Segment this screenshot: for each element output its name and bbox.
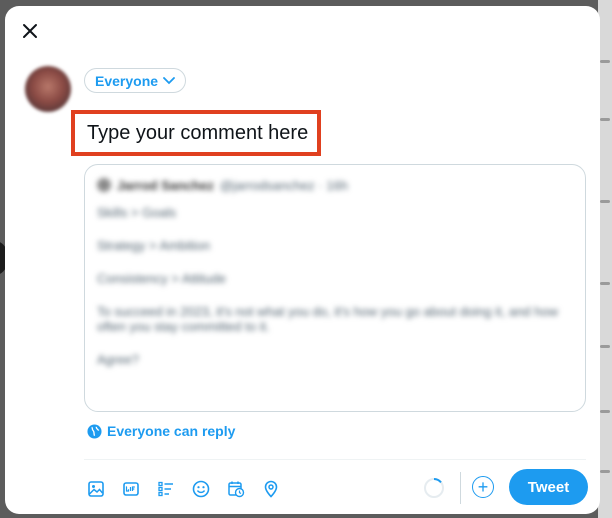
schedule-icon xyxy=(228,481,245,498)
location-button[interactable] xyxy=(258,476,284,502)
quoted-line: To succeed in 2023, it's not what you do… xyxy=(97,304,558,334)
reply-setting-button[interactable]: Everyone can reply xyxy=(87,423,235,439)
character-count-ring xyxy=(424,478,444,498)
comment-highlight-box xyxy=(71,110,321,156)
toolbar-separator xyxy=(460,472,461,504)
divider xyxy=(84,459,586,460)
image-icon xyxy=(88,481,104,497)
globe-icon xyxy=(87,423,102,439)
quoted-line: Skills > Goals xyxy=(97,205,177,220)
background-sidebar xyxy=(598,0,612,518)
quoted-tweet-content: Jarrod Sanchez @jarrodsanchez · 16h Skil… xyxy=(97,177,573,367)
plus-icon: + xyxy=(477,477,489,497)
compose-toolbar xyxy=(83,476,284,502)
reply-setting-label: Everyone can reply xyxy=(107,423,236,439)
poll-button[interactable] xyxy=(153,476,179,502)
close-icon xyxy=(23,24,37,38)
quoted-author-name: Jarrod Sanchez xyxy=(117,177,214,193)
comment-input[interactable] xyxy=(87,121,312,145)
quoted-tweet[interactable]: Jarrod Sanchez @jarrodsanchez · 16h Skil… xyxy=(84,164,586,412)
tweet-button[interactable]: Tweet xyxy=(509,469,588,505)
quoted-line: Agree? xyxy=(97,352,139,367)
poll-icon xyxy=(158,481,173,497)
location-icon xyxy=(264,480,278,498)
add-thread-button[interactable]: + xyxy=(472,476,494,498)
schedule-button[interactable] xyxy=(223,476,249,502)
quoted-line: Consistency > Attitude xyxy=(97,271,226,286)
quoted-line: Strategy > Ambition xyxy=(97,238,211,253)
tweet-button-label: Tweet xyxy=(527,478,570,496)
quoted-author-handle: @jarrodsanchez · 16h xyxy=(219,177,348,193)
audience-button[interactable]: Everyone xyxy=(84,68,187,93)
quoted-avatar xyxy=(97,178,111,192)
media-button[interactable] xyxy=(83,476,109,502)
gif-icon xyxy=(123,482,139,496)
quoted-tweet-header: Jarrod Sanchez @jarrodsanchez · 16h xyxy=(97,177,573,193)
audience-label: Everyone xyxy=(95,72,159,89)
avatar[interactable] xyxy=(25,66,71,112)
chevron-down-icon xyxy=(163,76,175,84)
gif-button[interactable] xyxy=(118,476,144,502)
emoji-icon xyxy=(192,480,210,498)
compose-modal: Everyone Jarrod Sanchez @jarrodsanchez ·… xyxy=(5,6,600,514)
close-button[interactable] xyxy=(19,20,41,42)
emoji-button[interactable] xyxy=(188,476,214,502)
